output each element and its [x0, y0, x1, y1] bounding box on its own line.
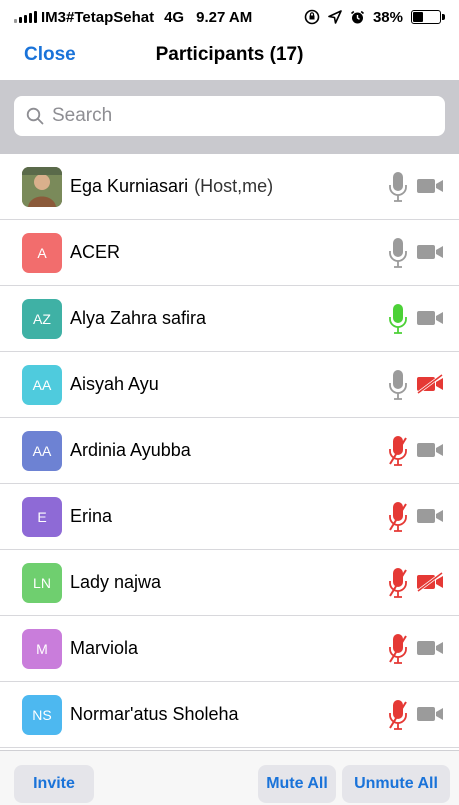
clock: 9.27 AM [196, 8, 253, 26]
muted-microphone-icon[interactable] [388, 500, 408, 534]
participant-row[interactable]: A ACER [0, 220, 459, 286]
video-disabled-icon[interactable] [416, 373, 444, 395]
participant-name-text: Ardinia Ayubba [70, 440, 191, 460]
video-camera-icon[interactable] [416, 440, 444, 460]
participant-role: (Host,me) [194, 176, 274, 196]
participant-name: Lady najwa [70, 572, 161, 593]
orientation-lock-icon [304, 9, 320, 25]
battery-percent: 38% [372, 8, 403, 26]
battery-icon [411, 10, 445, 24]
avatar: E [22, 497, 62, 537]
participant-name: Normar'atus Sholeha [70, 704, 239, 725]
muted-microphone-icon[interactable] [388, 632, 408, 666]
search-box[interactable] [14, 96, 445, 136]
muted-microphone-icon[interactable] [388, 566, 408, 600]
participant-row[interactable]: NS Normar'atus Sholeha [0, 682, 459, 748]
participant-name-text: Erina [70, 506, 113, 526]
participant-name: Alya Zahra safira [70, 308, 206, 329]
video-camera-icon[interactable] [416, 176, 444, 196]
page-title: Participants (17) [155, 44, 304, 65]
participant-row[interactable]: E Erina [0, 484, 459, 550]
avatar: M [22, 629, 62, 669]
alarm-icon [350, 10, 364, 23]
carrier-name: IM3#TetapSehat [41, 8, 155, 26]
video-camera-icon[interactable] [416, 638, 444, 658]
video-camera-icon[interactable] [416, 506, 444, 526]
microphone-icon[interactable] [388, 170, 408, 204]
participant-name: Marviola [70, 638, 138, 659]
video-camera-icon[interactable] [416, 704, 444, 724]
participant-name-text: Aisyah Ayu [70, 374, 159, 394]
avatar: AA [22, 431, 62, 471]
bottom-toolbar: Invite Mute All Unmute All [0, 750, 459, 805]
microphone-icon[interactable] [388, 368, 408, 402]
participant-list[interactable]: Ega Kurniasari (Host,me) A ACER AZ Alya Zahra… [0, 154, 459, 750]
avatar: AA [22, 365, 62, 405]
participant-row[interactable]: LN Lady najwa [0, 550, 459, 616]
avatar: NS [22, 695, 62, 735]
search-icon [26, 107, 44, 125]
video-camera-icon[interactable] [416, 242, 444, 262]
participant-name: ACER [70, 242, 120, 263]
participant-name: Aisyah Ayu [70, 374, 159, 395]
avatar: AZ [22, 299, 62, 339]
microphone-icon[interactable] [388, 302, 408, 336]
invite-button[interactable]: Invite [14, 765, 94, 803]
navigation-bar: Close Participants (17) [0, 34, 459, 80]
video-camera-icon[interactable] [416, 308, 444, 328]
participant-row[interactable]: AA Ardinia Ayubba [0, 418, 459, 484]
network-type: 4G [164, 8, 185, 26]
participant-name-text: Alya Zahra safira [70, 308, 207, 328]
participant-name-text: Normar'atus Sholeha [70, 704, 239, 724]
microphone-icon[interactable] [388, 236, 408, 270]
avatar [22, 167, 62, 207]
participant-name: Ega Kurniasari (Host,me) [70, 176, 273, 197]
mute-all-button[interactable]: Mute All [258, 765, 336, 803]
unmute-all-button[interactable]: Unmute All [342, 765, 450, 803]
video-disabled-icon[interactable] [416, 571, 444, 593]
avatar: A [22, 233, 62, 273]
participant-name-text: Lady najwa [70, 572, 162, 592]
participant-name: Ardinia Ayubba [70, 440, 191, 461]
muted-microphone-icon[interactable] [388, 434, 408, 468]
status-bar: IM3#TetapSehat 4G 9.27 AM 38% [0, 0, 459, 34]
avatar: LN [22, 563, 62, 603]
search-input[interactable] [52, 105, 432, 127]
participant-row[interactable]: AZ Alya Zahra safira [0, 286, 459, 352]
participant-row[interactable]: M Marviola [0, 616, 459, 682]
participant-name-text: Marviola [70, 638, 139, 658]
location-icon [328, 10, 342, 24]
participant-name-text: Ega Kurniasari [70, 176, 189, 196]
search-bar-container [0, 80, 459, 154]
participant-row[interactable]: AA Aisyah Ayu [0, 352, 459, 418]
signal-strength-icon [14, 11, 37, 23]
participant-name-text: ACER [70, 242, 121, 262]
muted-microphone-icon[interactable] [388, 698, 408, 732]
participant-row[interactable]: Ega Kurniasari (Host,me) [0, 154, 459, 220]
participant-name: Erina [70, 506, 112, 527]
